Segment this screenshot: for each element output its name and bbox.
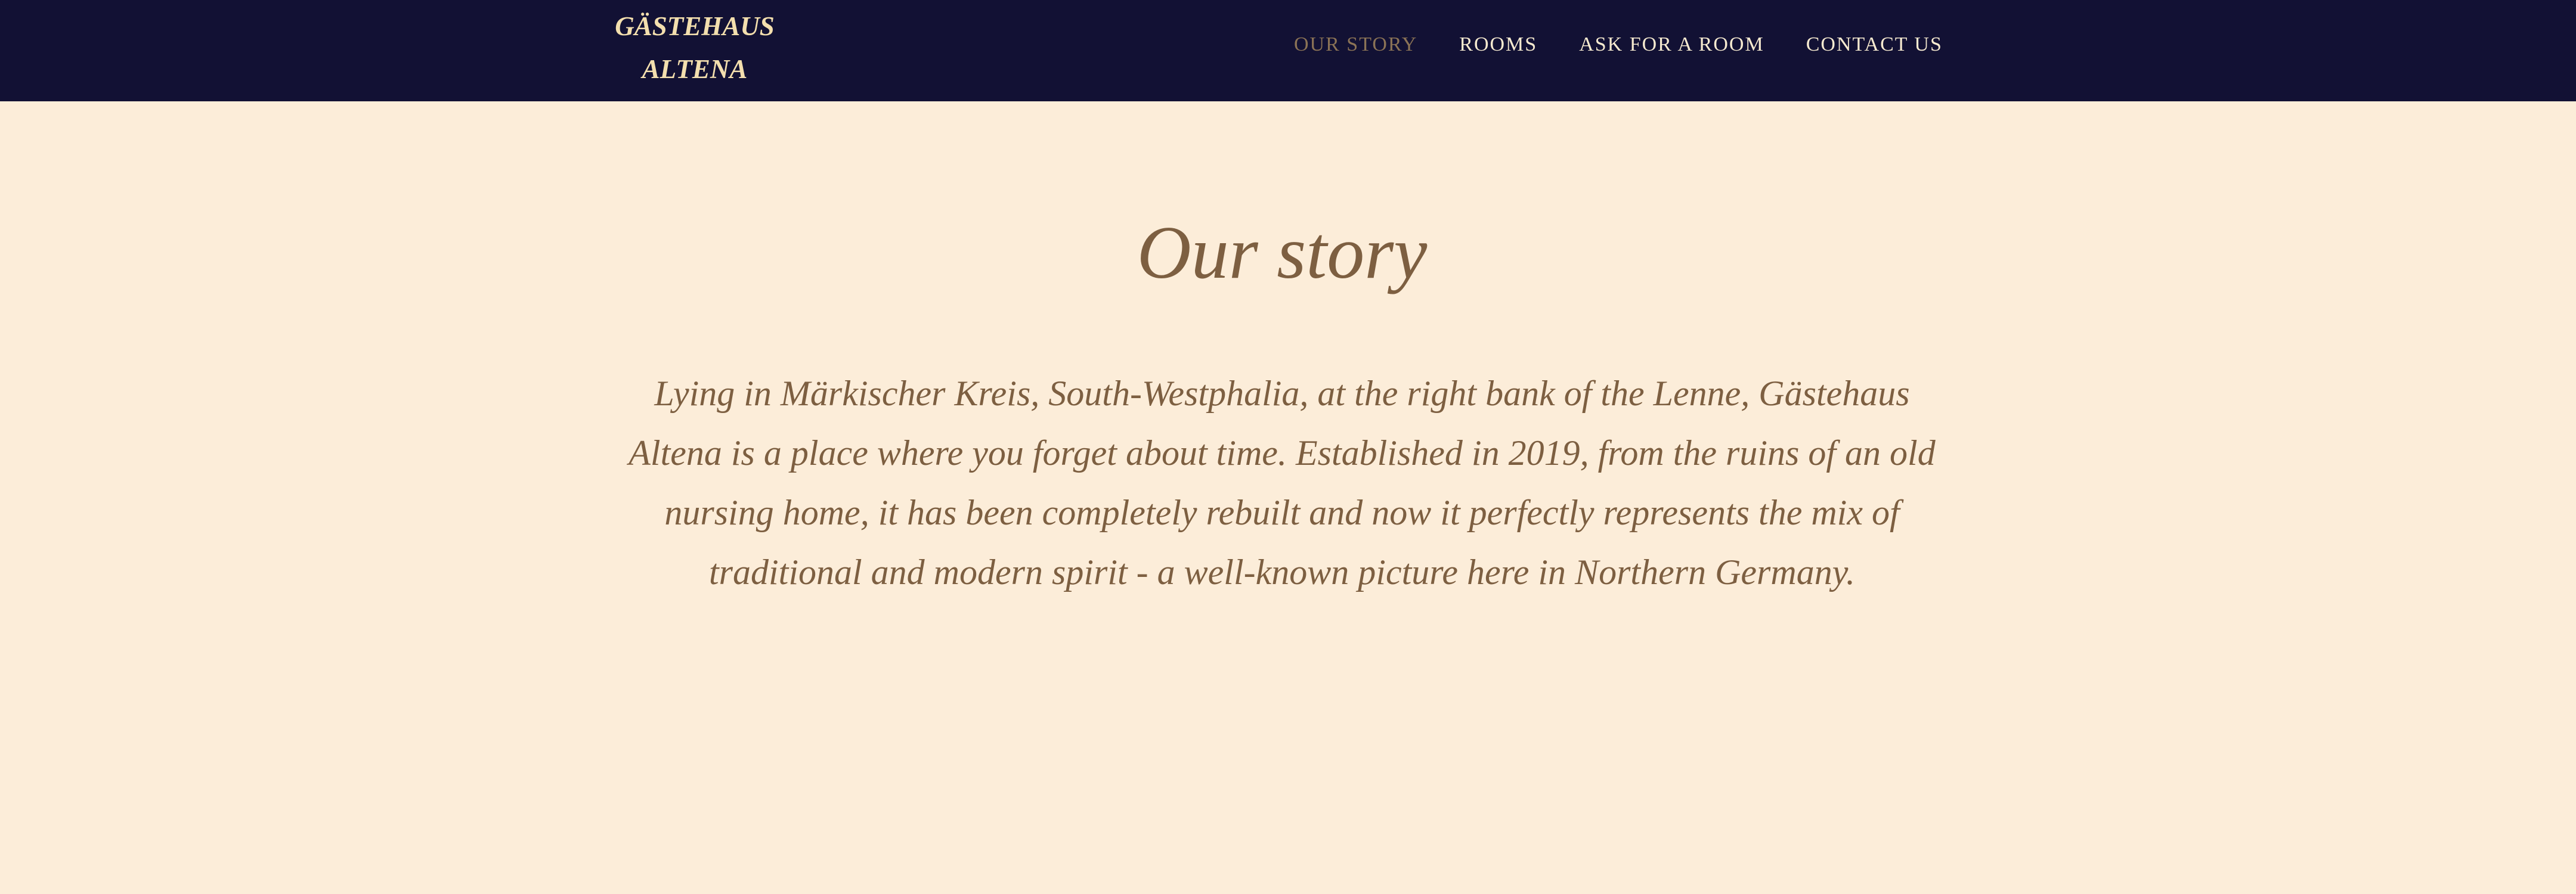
- top-navbar: GÄSTEHAUS ALTENA OUR STORY ROOMS ASK FOR…: [0, 0, 2576, 101]
- page-title: Our story: [1137, 212, 1428, 294]
- nav-link-ask-for-a-room[interactable]: ASK FOR A ROOM: [1579, 33, 1764, 56]
- main-navigation: OUR STORY ROOMS ASK FOR A ROOM CONTACT U…: [1294, 0, 1943, 89]
- page: GÄSTEHAUS ALTENA OUR STORY ROOMS ASK FOR…: [0, 0, 2576, 894]
- nav-link-rooms[interactable]: ROOMS: [1459, 33, 1537, 56]
- brand-name-line-2: ALTENA: [642, 54, 748, 84]
- brand-logo[interactable]: GÄSTEHAUS ALTENA: [596, 5, 793, 91]
- brand-name-line-1: GÄSTEHAUS: [615, 11, 775, 41]
- story-paragraph: Lying in Märkischer Kreis, South-Westpha…: [628, 374, 1936, 592]
- nav-link-contact-us[interactable]: CONTACT US: [1806, 33, 1943, 56]
- nav-link-our-story[interactable]: OUR STORY: [1294, 33, 1417, 56]
- story-section: Our story Lying in Märkischer Kreis, Sou…: [596, 197, 1968, 602]
